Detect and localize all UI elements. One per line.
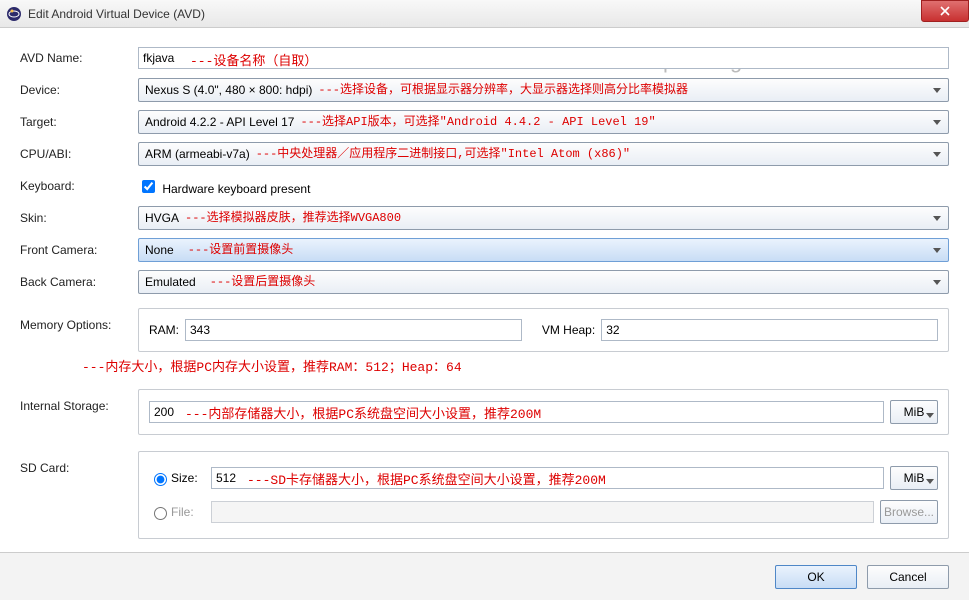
memory-options-label: Memory Options: bbox=[20, 308, 138, 332]
sd-file-label: File: bbox=[171, 505, 211, 519]
back-camera-label: Back Camera: bbox=[20, 275, 138, 289]
sd-unit-value: MiB bbox=[904, 471, 925, 485]
skin-value: HVGA bbox=[145, 210, 179, 226]
chevron-down-icon bbox=[930, 83, 944, 97]
keyboard-cb-label: Hardware keyboard present bbox=[159, 182, 310, 196]
avd-name-annot: ---设备名称（自取） bbox=[190, 50, 317, 69]
sd-file-input bbox=[211, 501, 874, 523]
ok-button[interactable]: OK bbox=[775, 565, 857, 589]
front-camera-annot: ---设置前置摄像头 bbox=[188, 242, 294, 258]
eclipse-icon bbox=[6, 6, 22, 22]
chevron-down-icon bbox=[930, 147, 944, 161]
browse-button: Browse... bbox=[880, 500, 938, 524]
sd-unit-select[interactable]: MiB bbox=[890, 466, 938, 490]
titlebar: Edit Android Virtual Device (AVD) bbox=[0, 0, 969, 28]
chevron-down-icon bbox=[930, 115, 944, 129]
internal-unit-select[interactable]: MiB bbox=[890, 400, 938, 424]
keyboard-label: Keyboard: bbox=[20, 179, 138, 193]
sd-file-radio[interactable] bbox=[154, 507, 167, 520]
cpu-abi-annot: ---中央处理器／应用程序二进制接口,可选择"Intel Atom (x86)" bbox=[256, 146, 630, 162]
sd-size-label: Size: bbox=[171, 471, 211, 485]
sd-groupbox: Size: ---SD卡存储器大小，根据PC系统盘空间大小设置，推荐200M M… bbox=[138, 451, 949, 539]
chevron-down-icon bbox=[926, 473, 934, 487]
target-annot: ---选择API版本，可选择"Android 4.4.2 - API Level… bbox=[300, 114, 655, 130]
target-label: Target: bbox=[20, 115, 138, 129]
back-camera-annot: ---设置后置摄像头 bbox=[210, 274, 316, 290]
internal-storage-label: Internal Storage: bbox=[20, 389, 138, 413]
target-select[interactable]: Android 4.2.2 - API Level 17 ---选择API版本，… bbox=[138, 110, 949, 134]
memory-groupbox: RAM: VM Heap: bbox=[138, 308, 949, 352]
sd-card-label: SD Card: bbox=[20, 451, 138, 475]
vmheap-label: VM Heap: bbox=[542, 323, 595, 337]
internal-annot: ---内部存储器大小，根据PC系统盘空间大小设置，推荐200M bbox=[185, 403, 541, 422]
cancel-button[interactable]: Cancel bbox=[867, 565, 949, 589]
chevron-down-icon bbox=[930, 243, 944, 257]
ram-label: RAM: bbox=[149, 323, 179, 337]
front-camera-label: Front Camera: bbox=[20, 243, 138, 257]
vmheap-input[interactable] bbox=[601, 319, 938, 341]
sd-annot: ---SD卡存储器大小，根据PC系统盘空间大小设置，推荐200M bbox=[247, 469, 606, 488]
memory-annot: ---内存大小，根据PC内存大小设置，推荐RAM：512；Heap：64 bbox=[82, 356, 949, 375]
back-camera-select[interactable]: Emulated ---设置后置摄像头 bbox=[138, 270, 949, 294]
window-title: Edit Android Virtual Device (AVD) bbox=[28, 7, 205, 21]
device-value: Nexus S (4.0", 480 × 800: hdpi) bbox=[145, 82, 312, 98]
internal-unit-value: MiB bbox=[904, 405, 925, 419]
cpu-abi-select[interactable]: ARM (armeabi-v7a) ---中央处理器／应用程序二进制接口,可选择… bbox=[138, 142, 949, 166]
device-select[interactable]: Nexus S (4.0", 480 × 800: hdpi) ---选择设备，… bbox=[138, 78, 949, 102]
ram-input[interactable] bbox=[185, 319, 522, 341]
form-content: AVD Name: ---设备名称（自取） Device: Nexus S (4… bbox=[0, 28, 969, 565]
chevron-down-icon bbox=[926, 407, 934, 421]
skin-select[interactable]: HVGA ---选择模拟器皮肤，推荐选择WVGA800 bbox=[138, 206, 949, 230]
skin-annot: ---选择模拟器皮肤，推荐选择WVGA800 bbox=[185, 210, 401, 226]
device-label: Device: bbox=[20, 83, 138, 97]
internal-groupbox: ---内部存储器大小，根据PC系统盘空间大小设置，推荐200M MiB bbox=[138, 389, 949, 435]
avd-name-label: AVD Name: bbox=[20, 51, 138, 65]
front-camera-select[interactable]: None ---设置前置摄像头 bbox=[138, 238, 949, 262]
skin-label: Skin: bbox=[20, 211, 138, 225]
chevron-down-icon bbox=[930, 211, 944, 225]
back-camera-value: Emulated bbox=[145, 274, 196, 290]
front-camera-value: None bbox=[145, 242, 174, 258]
cpu-abi-value: ARM (armeabi-v7a) bbox=[145, 146, 250, 162]
target-value: Android 4.2.2 - API Level 17 bbox=[145, 114, 294, 130]
sd-size-radio[interactable] bbox=[154, 473, 167, 486]
cpu-abi-label: CPU/ABI: bbox=[20, 147, 138, 161]
close-button[interactable] bbox=[921, 0, 969, 22]
keyboard-checkbox[interactable] bbox=[142, 180, 155, 193]
device-annot: ---选择设备，可根据显示器分辨率，大显示器选择则高分比率模拟器 bbox=[318, 82, 688, 98]
chevron-down-icon bbox=[930, 275, 944, 289]
